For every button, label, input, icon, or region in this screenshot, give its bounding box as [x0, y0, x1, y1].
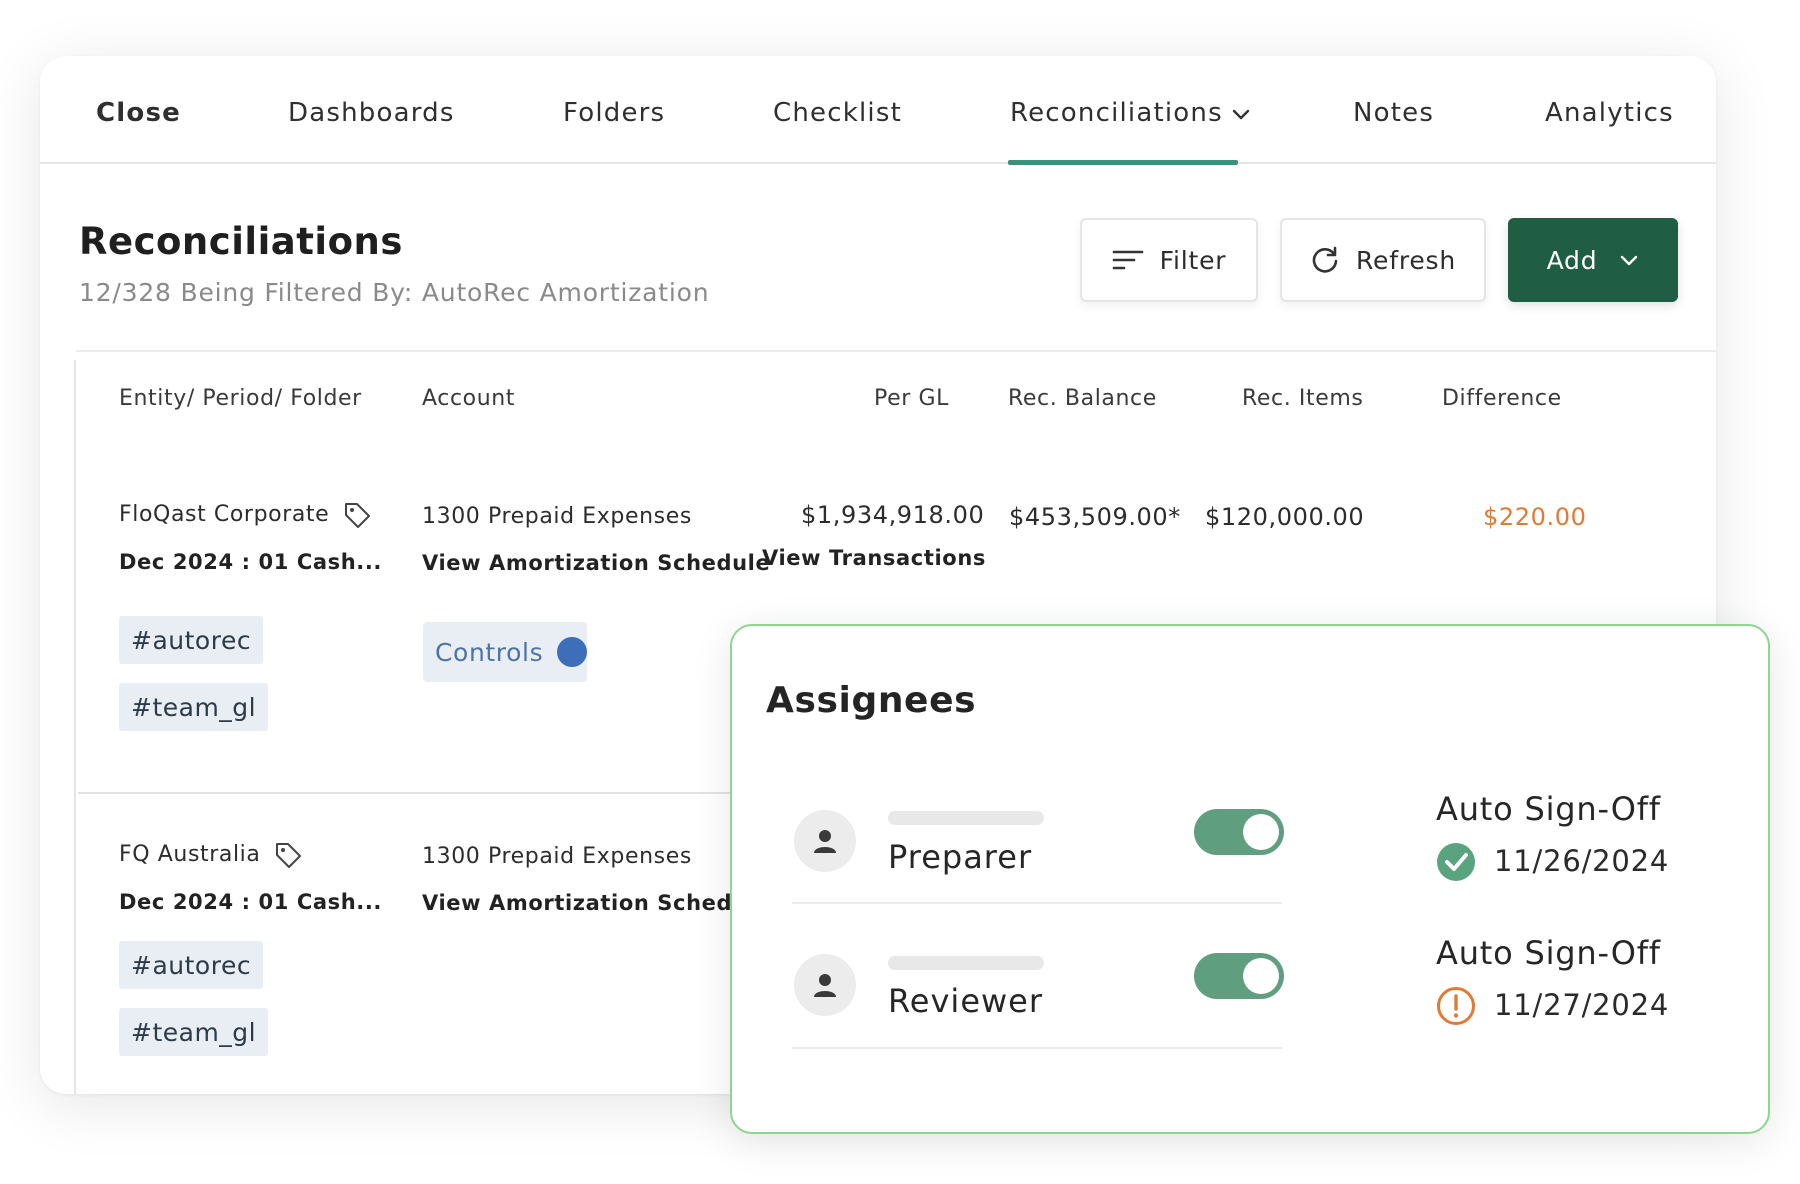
top-nav: Close Dashboards Folders Checklist Recon… — [40, 56, 1716, 165]
assignee-divider — [792, 1047, 1282, 1049]
tab-notes[interactable]: Notes — [1353, 98, 1434, 128]
controls-label: Controls — [435, 637, 544, 667]
page-title: Reconciliations — [79, 220, 403, 263]
col-header-difference: Difference — [1442, 386, 1562, 411]
user-icon — [814, 974, 836, 997]
preparer-role: Preparer — [888, 838, 1033, 876]
col-header-account: Account — [422, 386, 516, 411]
row-1-difference: $220.00 — [1483, 503, 1587, 531]
row-2-entity: FQ Australia — [119, 841, 302, 869]
row-1-rec-items: $120,000.00 — [1205, 503, 1365, 531]
toggle-knob — [1243, 958, 1279, 994]
assignees-panel: Assignees Preparer Auto Sign-Off 11/26/2… — [730, 624, 1770, 1134]
avatar — [794, 810, 856, 872]
refresh-button-label: Refresh — [1355, 245, 1456, 275]
avatar — [794, 954, 856, 1016]
preparer-signoff-label: Auto Sign-Off — [1436, 790, 1661, 828]
row-2-period: Dec 2024 : 01 Cash... — [119, 890, 383, 914]
controls-button[interactable]: Controls — [423, 622, 587, 682]
add-button[interactable]: Add — [1508, 218, 1678, 302]
view-amortization-link[interactable]: View Amortization Schedule — [422, 891, 770, 915]
tab-analytics[interactable]: Analytics — [1545, 98, 1674, 128]
chevron-down-icon — [1621, 255, 1638, 266]
tag-chip-autorec[interactable]: #autorec — [119, 941, 264, 989]
row-1-account: 1300 Prepaid Expenses — [422, 504, 692, 529]
entity-name: FQ Australia — [119, 842, 261, 867]
warning-circle-icon — [1437, 987, 1475, 1025]
active-tab-indicator — [1008, 160, 1238, 165]
row-2-account: 1300 Prepaid Expenses — [422, 844, 692, 869]
tag-chip-team-gl[interactable]: #team_gl — [119, 683, 269, 731]
assignee-divider — [792, 902, 1282, 904]
filter-summary: 12/328 Being Filtered By: AutoRec Amorti… — [79, 278, 710, 307]
assignee-name-placeholder — [888, 956, 1044, 970]
row-1-per-gl: $1,934,918.00 — [801, 501, 985, 529]
table-divider — [76, 350, 1716, 352]
toggle-knob — [1243, 814, 1279, 850]
info-icon — [557, 637, 587, 667]
tab-dashboards[interactable]: Dashboards — [288, 98, 455, 128]
tag-icon[interactable] — [343, 501, 371, 529]
table-left-border — [74, 360, 76, 1094]
assignee-name-placeholder — [888, 811, 1044, 825]
tab-close[interactable]: Close — [96, 98, 181, 128]
add-button-label: Add — [1546, 245, 1598, 275]
view-amortization-link[interactable]: View Amortization Schedule — [422, 551, 770, 575]
chevron-down-icon — [1232, 109, 1250, 119]
tag-icon[interactable] — [274, 841, 302, 869]
preparer-signoff-date: 11/26/2024 — [1494, 844, 1670, 878]
tab-reconciliations-label: Reconciliations — [1010, 98, 1223, 128]
refresh-icon — [1312, 246, 1338, 273]
filter-button[interactable]: Filter — [1080, 218, 1258, 302]
assignees-title: Assignees — [766, 680, 977, 721]
tag-chip-autorec[interactable]: #autorec — [119, 616, 264, 664]
filter-lines-icon — [1112, 250, 1143, 270]
preparer-auto-signoff-toggle[interactable] — [1194, 809, 1284, 855]
reviewer-role: Reviewer — [888, 982, 1044, 1020]
entity-name: FloQast Corporate — [119, 502, 330, 527]
row-1-period: Dec 2024 : 01 Cash... — [119, 550, 383, 574]
row-divider — [78, 792, 778, 794]
tab-reconciliations[interactable]: Reconciliations — [1010, 98, 1251, 128]
refresh-button[interactable]: Refresh — [1280, 218, 1486, 302]
reviewer-signoff-date: 11/27/2024 — [1494, 988, 1670, 1022]
col-header-entity: Entity/ Period/ Folder — [119, 386, 362, 411]
tag-chip-team-gl[interactable]: #team_gl — [119, 1008, 269, 1056]
col-header-per-gl: Per GL — [874, 386, 949, 411]
tab-checklist[interactable]: Checklist — [773, 98, 902, 128]
col-header-rec-balance: Rec. Balance — [1008, 386, 1157, 411]
view-transactions-link[interactable]: View Transactions — [762, 546, 986, 570]
col-header-rec-items: Rec. Items — [1242, 386, 1364, 411]
tab-folders[interactable]: Folders — [563, 98, 665, 128]
row-1-rec-balance: $453,509.00* — [1009, 503, 1181, 531]
filter-button-label: Filter — [1159, 245, 1227, 275]
reviewer-auto-signoff-toggle[interactable] — [1194, 953, 1284, 999]
user-icon — [814, 830, 836, 853]
check-circle-icon — [1437, 843, 1475, 881]
reviewer-signoff-label: Auto Sign-Off — [1436, 934, 1661, 972]
row-1-entity: FloQast Corporate — [119, 501, 371, 529]
